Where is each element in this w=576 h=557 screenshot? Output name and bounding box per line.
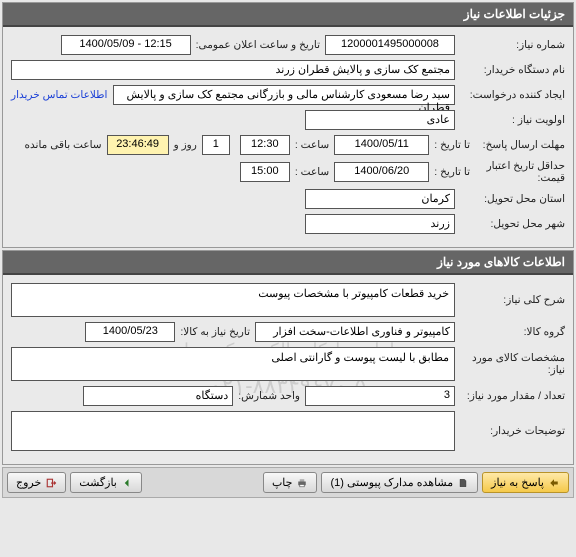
- spec-label: مشخصات کالای مورد نیاز:: [455, 352, 565, 376]
- print-button-label: چاپ: [272, 476, 293, 489]
- need-details-panel: جزئیات اطلاعات نیاز شماره نیاز: 12000014…: [2, 2, 574, 248]
- province-label: استان محل تحویل:: [455, 193, 565, 205]
- time-label-2: ساعت :: [290, 166, 334, 178]
- price-valid-date: 1400/06/20: [334, 162, 429, 182]
- need-number-label: شماره نیاز:: [455, 39, 565, 51]
- panel2-title: اطلاعات کالاهای مورد نیاز: [3, 251, 573, 275]
- attachments-button[interactable]: مشاهده مدارک پیوستی (1): [321, 472, 478, 493]
- need-date-label: تاریخ نیاز به کالا:: [175, 326, 255, 338]
- deadline-label: مهلت ارسال پاسخ:: [470, 139, 565, 151]
- group-label: گروه کالا:: [455, 326, 565, 338]
- reply-button-label: پاسخ به نیاز: [491, 476, 544, 489]
- days-remaining: 1: [202, 135, 230, 155]
- panel1-title: جزئیات اطلاعات نیاز: [3, 3, 573, 27]
- announce-label: تاریخ و ساعت اعلان عمومی:: [191, 39, 325, 51]
- requester-name: سید رضا مسعودی کارشناس مالی و بازرگانی م…: [113, 85, 455, 105]
- countdown-timer: 23:46:49: [107, 135, 169, 155]
- exit-button-label: خروج: [16, 476, 41, 489]
- need-number: 1200001495000008: [325, 35, 455, 55]
- priority-value: عادی: [305, 110, 455, 130]
- days-label: روز و: [169, 139, 202, 151]
- desc-value: خرید قطعات کامپیوتر با مشخصات پیوست: [11, 283, 455, 317]
- announce-datetime: 12:15 - 1400/05/09: [61, 35, 191, 55]
- buyer-name: مجتمع کک سازی و پالایش قطران زرند: [11, 60, 455, 80]
- need-date-value: 1400/05/23: [85, 322, 175, 342]
- reply-button[interactable]: پاسخ به نیاز: [482, 472, 569, 493]
- attachments-button-label: مشاهده مدارک پیوستی (1): [330, 476, 453, 489]
- to-date-label: تا تاریخ :: [429, 139, 470, 151]
- unit-value: دستگاه: [83, 386, 233, 406]
- desc-label: شرح کلی نیاز:: [455, 294, 565, 306]
- back-button-label: بازگشت: [79, 476, 117, 489]
- exit-icon: [45, 477, 57, 489]
- city-value: زرند: [305, 214, 455, 234]
- buyer-contact-link[interactable]: اطلاعات تماس خریدار: [11, 89, 107, 101]
- to-date-label-2: تا تاریخ :: [429, 166, 470, 178]
- reply-icon: [548, 477, 560, 489]
- requester-label: ایجاد کننده درخواست:: [455, 89, 565, 101]
- attachment-icon: [457, 477, 469, 489]
- deadline-date: 1400/05/11: [334, 135, 429, 155]
- time-label-1: ساعت :: [290, 139, 334, 151]
- back-button[interactable]: بازگشت: [70, 472, 142, 493]
- remain-label: ساعت باقی مانده: [20, 139, 107, 151]
- buyer-note-value: [11, 411, 455, 451]
- qty-value: 3: [305, 386, 455, 406]
- priority-label: اولویت نیاز :: [455, 114, 565, 126]
- spec-value: مطابق با لیست پیوست و گارانتی اصلی: [11, 347, 455, 381]
- buyer-note-label: توضیحات خریدار:: [455, 425, 565, 437]
- province-value: کرمان: [305, 189, 455, 209]
- print-button[interactable]: چاپ: [263, 472, 318, 493]
- print-icon: [296, 477, 308, 489]
- goods-info-panel: اطلاعات کالاهای مورد نیاز سامانه تدارکات…: [2, 250, 574, 465]
- qty-label: تعداد / مقدار مورد نیاز:: [455, 390, 565, 402]
- action-toolbar: پاسخ به نیاز مشاهده مدارک پیوستی (1) چاپ…: [2, 467, 574, 498]
- unit-label: واحد شمارش:: [233, 390, 305, 402]
- buyer-label: نام دستگاه خریدار:: [455, 64, 565, 76]
- price-valid-label: حداقل تاریخ اعتبار قیمت:: [470, 160, 565, 184]
- group-value: کامپیوتر و فناوری اطلاعات-سخت افزار: [255, 322, 455, 342]
- back-icon: [121, 477, 133, 489]
- price-valid-time: 15:00: [240, 162, 290, 182]
- city-label: شهر محل تحویل:: [455, 218, 565, 230]
- deadline-time: 12:30: [240, 135, 290, 155]
- exit-button[interactable]: خروج: [7, 472, 66, 493]
